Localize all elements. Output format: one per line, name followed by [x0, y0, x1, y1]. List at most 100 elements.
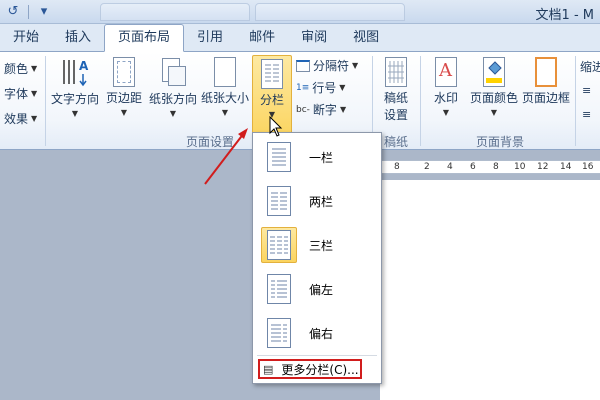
three-columns-icon [261, 227, 297, 263]
dropdown-arrow-icon: ▼ [31, 64, 38, 73]
text-direction-button[interactable]: A 文字方向 ▼ [50, 56, 100, 118]
orientation-label: 纸张方向 [148, 92, 197, 106]
ruler-tick: 8 [493, 162, 499, 172]
ruler-tick: 10 [514, 162, 526, 172]
menu-item-label: 两栏 [309, 194, 334, 209]
menu-item-one-column[interactable]: 一栏 [257, 137, 379, 177]
dropdown-arrow-icon: ▼ [339, 105, 347, 114]
margins-label: 页边距 [105, 91, 142, 105]
breaks-label: 分隔符 [313, 59, 350, 73]
line-numbers-label: 行号 [312, 81, 337, 95]
text-direction-label: 文字方向 [50, 92, 99, 106]
ruler-tick: 14 [560, 162, 572, 172]
title-bar: ↺ ▾ 文档1 - M [0, 0, 600, 24]
ribbon-tabs: 开始 插入 页面布局 引用 邮件 审阅 视图 [0, 24, 600, 52]
menu-item-left[interactable]: 偏左 [257, 269, 379, 309]
browser-tab [100, 3, 250, 21]
ruler-tick: 12 [537, 162, 549, 172]
manuscript-group-label: 稿纸 [383, 135, 408, 149]
undo-icon[interactable]: ↺ [4, 3, 22, 21]
size-label: 纸张大小 [200, 91, 249, 105]
dropdown-arrow-icon: ▼ [339, 83, 346, 92]
theme-effects-label: 效果 [4, 112, 29, 126]
page-borders-label: 页面边框 [521, 91, 570, 105]
indent-label: 缩进 [580, 60, 600, 74]
svg-text:A: A [79, 59, 89, 73]
tab-review[interactable]: 审阅 [288, 25, 340, 51]
document-title: 文档1 - M [535, 8, 594, 23]
manuscript-settings-button[interactable]: 稿纸 设置 [376, 56, 416, 123]
margins-button[interactable]: 页边距 ▼ [104, 56, 144, 117]
page-background-group-label: 页面背景 [475, 135, 524, 149]
left-column-icon [261, 271, 297, 307]
page-color-button[interactable]: 页面颜色 ▼ [468, 56, 520, 117]
menu-item-right[interactable]: 偏右 [257, 313, 379, 353]
dropdown-arrow-icon: ▼ [352, 61, 359, 70]
right-column-icon [261, 315, 297, 351]
document-page[interactable] [380, 180, 600, 400]
theme-fonts-button[interactable]: 字体 ▼ [4, 85, 37, 102]
manuscript-label-1: 稿纸 [383, 91, 408, 105]
qat-separator [28, 5, 29, 19]
columns-label: 分栏 [259, 93, 284, 107]
watermark-label: 水印 [433, 91, 458, 105]
one-column-icon [261, 139, 297, 175]
ruler-tick: 16 [582, 162, 594, 172]
columns-dropdown-menu: 一栏 两栏 三栏 偏左 偏右 ▤ 更多分栏(C)... [252, 132, 382, 384]
dropdown-arrow-icon: ▼ [31, 89, 38, 98]
menu-divider [257, 355, 377, 356]
breaks-button[interactable]: 分隔符 ▼ [296, 57, 358, 74]
hyphenation-button[interactable]: bc- 断字 ▼ [296, 101, 346, 118]
browser-tab [255, 3, 405, 21]
group-separator [420, 56, 421, 146]
ruler-tick: 6 [470, 162, 476, 172]
theme-effects-button[interactable]: 效果 ▼ [4, 110, 37, 127]
menu-item-three-columns[interactable]: 三栏 [257, 225, 379, 265]
ruler-tick: 8 [394, 162, 400, 172]
watermark-icon: A [435, 57, 457, 87]
menu-item-two-columns[interactable]: 两栏 [257, 181, 379, 221]
size-button[interactable]: 纸张大小 ▼ [200, 56, 250, 117]
dropdown-arrow-icon: ▼ [169, 109, 177, 118]
breaks-icon [296, 59, 310, 72]
orientation-button[interactable]: 纸张方向 ▼ [148, 56, 198, 118]
watermark-button[interactable]: A 水印 ▼ [424, 56, 468, 117]
menu-item-label: 一栏 [309, 150, 334, 165]
theme-fonts-label: 字体 [4, 87, 29, 101]
group-separator [45, 56, 46, 146]
tab-page-layout[interactable]: 页面布局 [104, 24, 185, 52]
customize-icon[interactable]: ▾ [35, 3, 53, 21]
indent-right-icon[interactable]: ≡ [582, 108, 591, 121]
manuscript-label-2: 设置 [383, 108, 408, 122]
hyphenation-label: 断字 [312, 103, 337, 117]
tab-references[interactable]: 引用 [184, 25, 236, 51]
orientation-icon [158, 56, 188, 88]
group-separator [575, 56, 576, 146]
ruler-tick: 2 [424, 162, 430, 172]
dropdown-arrow-icon: ▼ [71, 109, 79, 118]
dropdown-arrow-icon: ▼ [490, 108, 498, 117]
tab-view[interactable]: 视图 [340, 25, 392, 51]
theme-colors-label: 颜色 [4, 62, 29, 76]
theme-colors-button[interactable]: 颜色 ▼ [4, 60, 37, 77]
menu-item-label: 偏左 [309, 282, 334, 297]
mouse-cursor-icon [269, 116, 283, 137]
tab-mailings[interactable]: 邮件 [236, 25, 288, 51]
page-size-icon [214, 57, 236, 87]
page-borders-button[interactable]: 页面边框 [520, 56, 572, 106]
hyphenation-icon: bc- [296, 104, 310, 115]
horizontal-ruler: 8 2 4 6 8 10 12 14 16 [380, 160, 600, 174]
page-color-icon [483, 57, 505, 87]
dropdown-arrow-icon: ▼ [221, 108, 229, 117]
tab-insert[interactable]: 插入 [52, 25, 104, 51]
manuscript-icon [385, 57, 407, 87]
more-columns-button[interactable]: ▤ 更多分栏(C)... [258, 359, 362, 379]
text-direction-icon: A [58, 56, 92, 88]
menu-item-label: 偏右 [309, 326, 334, 341]
dropdown-arrow-icon: ▼ [442, 108, 450, 117]
two-columns-icon [261, 183, 297, 219]
line-numbers-button[interactable]: 1≡ 行号 ▼ [296, 79, 345, 96]
page-borders-icon [535, 57, 557, 87]
indent-left-icon[interactable]: ≡ [582, 84, 591, 97]
tab-home[interactable]: 开始 [0, 25, 52, 51]
